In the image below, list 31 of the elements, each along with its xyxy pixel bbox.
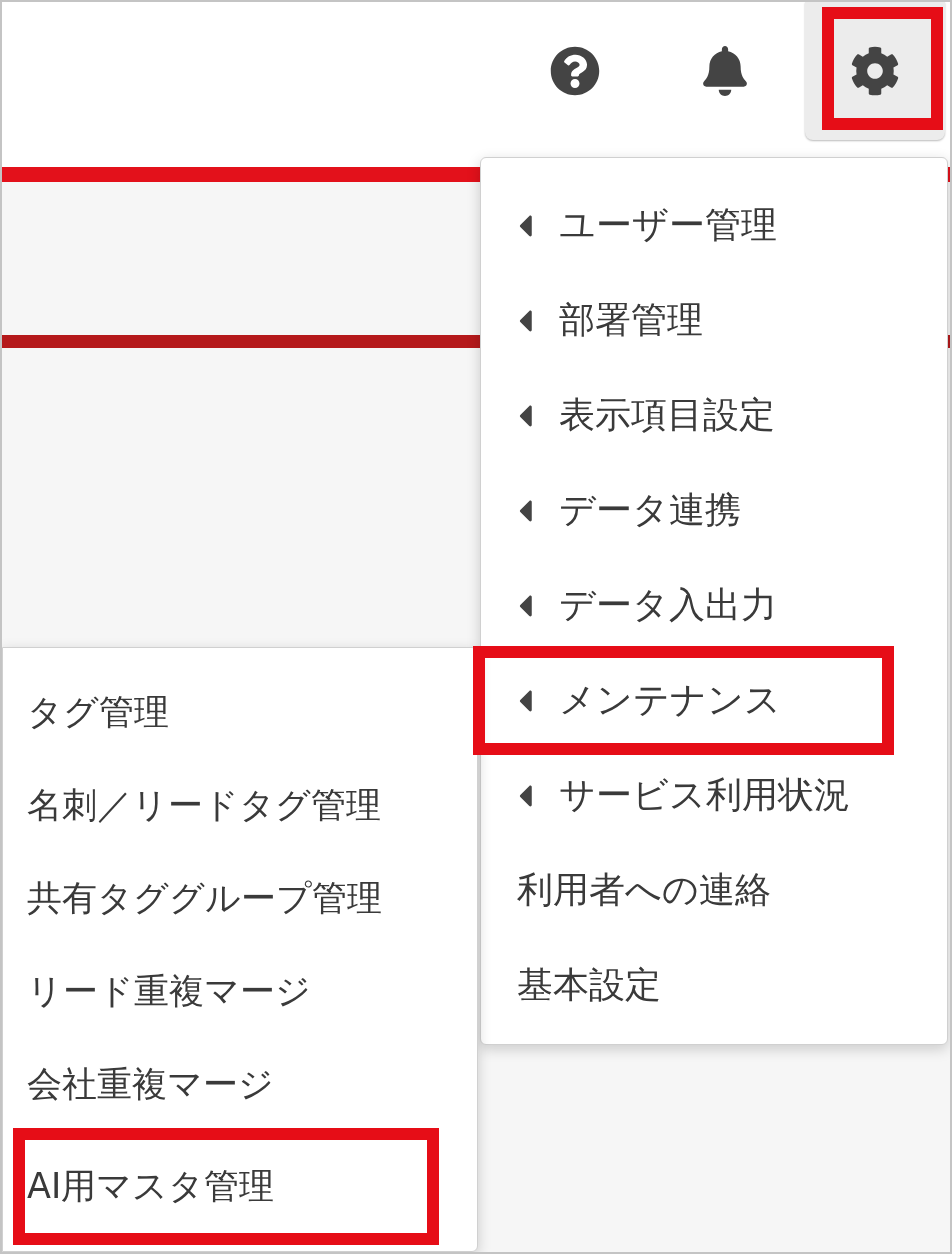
submenu-item[interactable]: 名刺／リードタグ管理 (3, 759, 477, 852)
submenu-item[interactable]: 共有タググループ管理 (3, 852, 477, 945)
menu-item-label: 表示項目設定 (559, 393, 775, 437)
menu-item-label: 基本設定 (517, 963, 661, 1007)
menu-item-label: 部署管理 (559, 298, 703, 342)
bell-icon (700, 46, 750, 96)
submenu-item-label: タグ管理 (27, 691, 169, 734)
submenu-item-label: 名刺／リードタグ管理 (27, 784, 381, 827)
submenu-item[interactable]: 会社重複マージ (3, 1038, 477, 1131)
menu-item-label: データ入出力 (559, 583, 777, 627)
submenu-item-label: 会社重複マージ (27, 1063, 274, 1106)
settings-button[interactable] (805, 2, 945, 140)
submenu-item-label: リード重複マージ (27, 970, 311, 1013)
menu-item-label: メンテナンス (559, 678, 781, 722)
menu-item-label: サービス利用状況 (559, 773, 850, 817)
menu-item-label: 利用者への連絡 (517, 868, 771, 912)
submenu-item-label: AI用マスタ管理 (27, 1165, 275, 1208)
help-icon (550, 46, 600, 96)
menu-item[interactable]: ユーザー管理 (481, 178, 947, 273)
menu-item[interactable]: 基本設定 (481, 938, 947, 1033)
submenu-item[interactable]: リード重複マージ (3, 945, 477, 1038)
settings-icon (850, 46, 900, 96)
submenu-item[interactable]: AI用マスタ管理 (13, 1128, 439, 1245)
menu-item[interactable]: データ連携 (481, 463, 947, 558)
menu-item-label: ユーザー管理 (559, 203, 777, 247)
menu-item[interactable]: 部署管理 (481, 273, 947, 368)
menu-item[interactable]: 利用者への連絡 (481, 843, 947, 938)
submenu-item-label: 共有タググループ管理 (27, 877, 382, 920)
menu-item-label: データ連携 (559, 488, 741, 532)
menu-item[interactable]: メンテナンス (473, 646, 894, 755)
menu-item[interactable]: 表示項目設定 (481, 368, 947, 463)
